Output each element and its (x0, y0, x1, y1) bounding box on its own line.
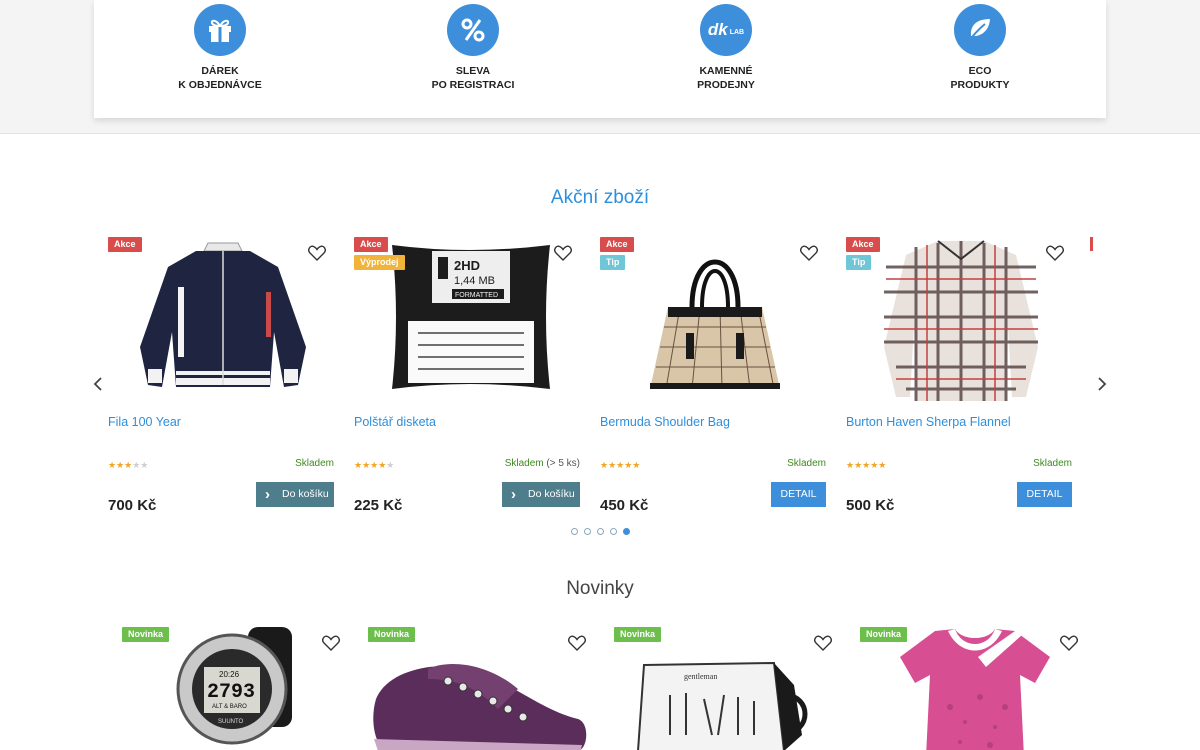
product-card[interactable]: Akce Tip Bermuda Shoulder Bag ★★★★★ Skla… (600, 237, 826, 514)
heart-icon[interactable] (1060, 635, 1078, 651)
badge-sale: Akce (846, 237, 880, 252)
badge-clearance: Výprodej (354, 255, 405, 270)
svg-text:1,44 MB: 1,44 MB (454, 275, 495, 287)
stock-status: Skladem (295, 458, 334, 469)
add-to-cart-button[interactable]: › Do košíku (256, 482, 334, 507)
badge-sale: Akce (354, 237, 388, 252)
product-image-flannel-shirt[interactable] (876, 237, 1046, 405)
feature-gift[interactable]: DÁREK K OBJEDNÁVCE (140, 4, 300, 92)
chevron-right-icon: › (511, 486, 516, 503)
svg-text:SUUNTO: SUUNTO (218, 719, 244, 725)
product-name-link[interactable]: Bermuda Shoulder Bag (600, 415, 730, 429)
badge-sale: Akce (600, 237, 634, 252)
badge-tip: Tip (846, 255, 872, 270)
svg-text:2HD: 2HD (454, 258, 480, 273)
product-name-link[interactable]: Polštář disketa (354, 415, 436, 429)
carousel-dot-active[interactable] (623, 528, 630, 535)
badge-new: Novinka (860, 627, 908, 642)
gift-icon (194, 4, 246, 56)
badge-new: Novinka (614, 627, 662, 642)
svg-text:20:26: 20:26 (219, 670, 240, 679)
carousel-dot[interactable] (584, 528, 591, 535)
product-card[interactable]: Akce Tip Burton Haven Sherpa Flannel ★★★… (846, 237, 1072, 514)
features-card: DÁREK K OBJEDNÁVCE SLEVA PO REGISTRACI dk L… (94, 0, 1106, 118)
product-image-bag[interactable] (630, 237, 800, 405)
leaf-icon (954, 4, 1006, 56)
heart-icon[interactable] (814, 635, 832, 651)
stock-status: Skladem (787, 458, 826, 469)
dklab-logo-icon: dk LAB (700, 4, 752, 56)
feature-label: KAMENNÉ PRODEJNY (697, 65, 755, 91)
rating-stars: ★★★★★ (846, 460, 887, 470)
add-to-cart-button[interactable]: › Do košíku (502, 482, 580, 507)
svg-text:gentleman: gentleman (684, 672, 717, 681)
product-price: 225 Kč (354, 497, 403, 514)
product-image-shoe[interactable] (368, 639, 594, 750)
heart-icon[interactable] (308, 245, 326, 261)
product-card[interactable]: Akce Fila 100 Year ★★★★★ Skladem 700 Kč … (108, 237, 334, 514)
chevron-right-icon: › (265, 486, 270, 503)
carousel-dot[interactable] (571, 528, 578, 535)
product-price: 450 Kč (600, 497, 649, 514)
product-card[interactable]: 2HD 1,44 MB FORMATTED Akce Výprodej Polš… (354, 237, 580, 514)
detail-button[interactable]: DETAIL (1017, 482, 1072, 507)
badge-tip: Tip (600, 255, 626, 270)
carousel-dots (571, 528, 631, 535)
product-image-watch[interactable]: 20:26 2793 ALT & BARO SUUNTO (152, 627, 322, 750)
heart-icon[interactable] (322, 635, 340, 651)
svg-text:ALT & BARO: ALT & BARO (212, 704, 247, 710)
product-card[interactable]: gentleman Novinka (614, 627, 840, 750)
section-title-new: Novinky (566, 578, 634, 599)
product-card[interactable]: Novinka (368, 627, 594, 750)
feature-discount[interactable]: SLEVA PO REGISTRACI (393, 4, 553, 92)
carousel-next-arrow-icon[interactable] (1096, 375, 1108, 393)
product-image-tshirt[interactable] (890, 627, 1060, 750)
feature-label: DÁREK K OBJEDNÁVCE (178, 65, 262, 91)
stock-status: Skladem (1033, 458, 1072, 469)
heart-icon[interactable] (1046, 245, 1064, 261)
rating-stars: ★★★★★ (108, 460, 149, 470)
next-product-peek (1090, 237, 1093, 251)
heart-icon[interactable] (800, 245, 818, 261)
product-card[interactable]: 20:26 2793 ALT & BARO SUUNTO Novinka (122, 627, 348, 750)
feature-eco[interactable]: ECO PRODUKTY (900, 4, 1060, 92)
product-name-link[interactable]: Fila 100 Year (108, 415, 181, 429)
percent-icon (447, 4, 499, 56)
badge-new: Novinka (368, 627, 416, 642)
product-card[interactable]: Novinka (860, 627, 1086, 750)
product-image-toiletry-bag[interactable]: gentleman (634, 655, 814, 750)
carousel-dot[interactable] (610, 528, 617, 535)
feature-stores[interactable]: dk LAB KAMENNÉ PRODEJNY (646, 4, 806, 92)
section-title-sale: Akční zboží (550, 187, 650, 208)
svg-text:FORMATTED: FORMATTED (455, 292, 498, 299)
product-price: 700 Kč (108, 497, 157, 514)
rating-stars: ★★★★★ (354, 460, 395, 470)
heart-icon[interactable] (568, 635, 586, 651)
stock-status: Skladem (> 5 ks) (504, 458, 580, 469)
svg-text:2793: 2793 (207, 681, 255, 704)
product-image-pillow[interactable]: 2HD 1,44 MB FORMATTED (384, 237, 554, 405)
badge-new: Novinka (122, 627, 170, 642)
feature-label: ECO PRODUKTY (950, 65, 1010, 91)
product-price: 500 Kč (846, 497, 895, 514)
product-name-link[interactable]: Burton Haven Sherpa Flannel (846, 415, 1011, 429)
badge-sale: Akce (108, 237, 142, 252)
heart-icon[interactable] (554, 245, 572, 261)
product-image-jacket[interactable] (138, 237, 308, 405)
rating-stars: ★★★★★ (600, 460, 641, 470)
feature-label: SLEVA PO REGISTRACI (431, 65, 515, 91)
carousel-prev-arrow-icon[interactable] (92, 375, 104, 393)
detail-button[interactable]: DETAIL (771, 482, 826, 507)
carousel-dot[interactable] (597, 528, 604, 535)
